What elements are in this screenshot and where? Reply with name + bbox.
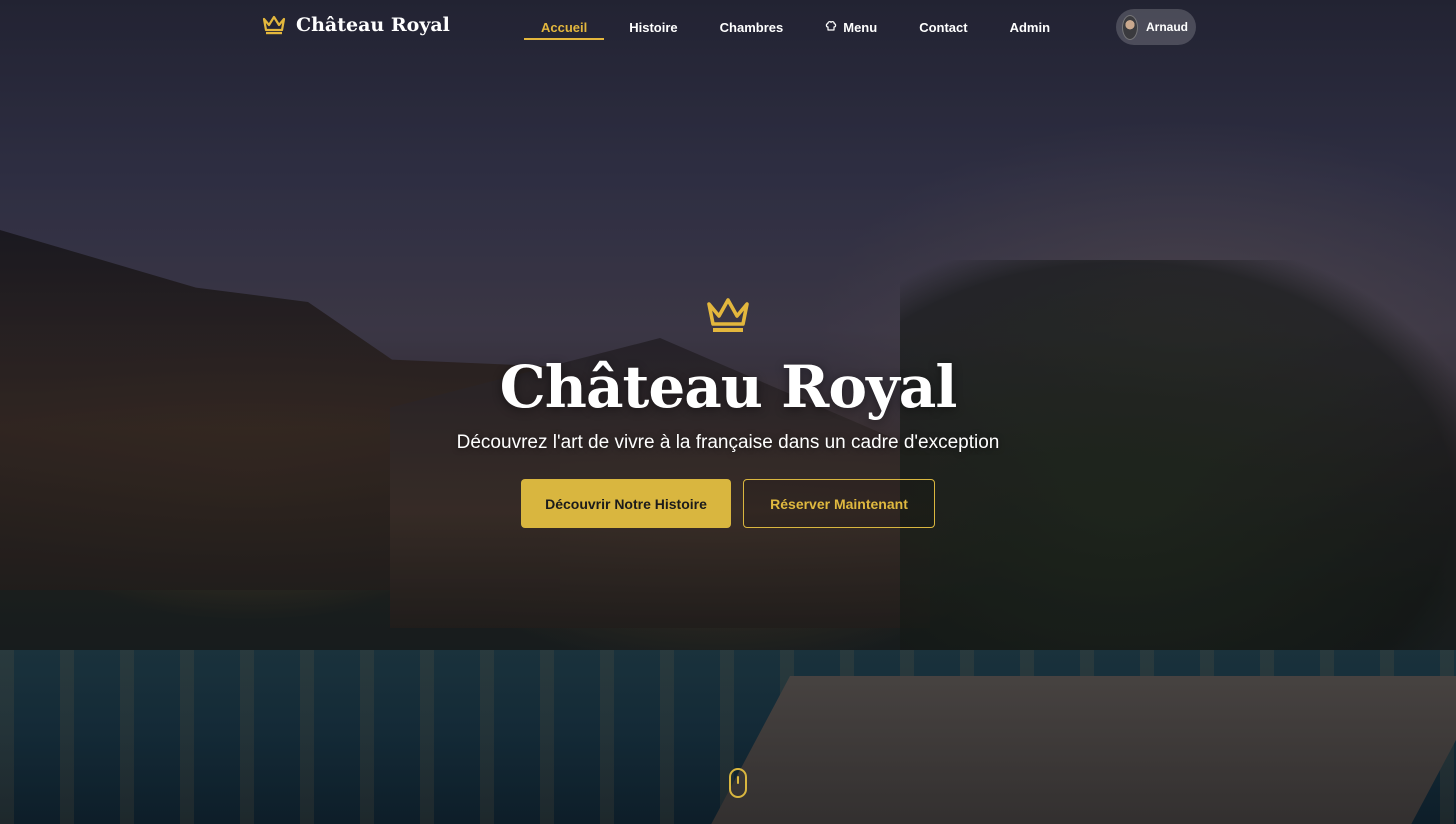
nav-links: Accueil Histoire Chambres Menu Contact A… [520, 0, 1071, 54]
nav-item-menu[interactable]: Menu [804, 0, 898, 54]
user-profile-button[interactable]: Arnaud [1116, 9, 1196, 45]
avatar [1122, 14, 1138, 40]
top-navigation: Château Royal Accueil Histoire Chambres … [0, 0, 1456, 54]
user-name: Arnaud [1146, 20, 1188, 34]
nav-item-contact[interactable]: Contact [898, 0, 988, 54]
nav-item-histoire[interactable]: Histoire [608, 0, 698, 54]
scroll-indicator-dot [737, 776, 739, 784]
hero-section: Château Royal Découvrez l'art de vivre à… [0, 296, 1456, 528]
hero-subtitle: Découvrez l'art de vivre à la française … [456, 432, 1000, 453]
discover-history-button[interactable]: Découvrir Notre Histoire [521, 479, 731, 528]
crown-icon [262, 15, 286, 35]
book-now-button[interactable]: Réserver Maintenant [743, 479, 935, 528]
brand-name: Château Royal [296, 14, 450, 36]
hero-title: Château Royal [499, 353, 958, 421]
brand-logo[interactable]: Château Royal [262, 14, 450, 36]
hero-actions: Découvrir Notre Histoire Réserver Mainte… [0, 479, 1456, 528]
mouse-scroll-icon[interactable] [729, 768, 747, 798]
nav-item-menu-label: Menu [843, 19, 878, 35]
nav-item-chambres[interactable]: Chambres [699, 0, 805, 54]
nav-item-accueil[interactable]: Accueil [520, 0, 608, 54]
nav-item-admin[interactable]: Admin [989, 0, 1071, 54]
crown-icon [0, 296, 1456, 336]
chef-hat-icon [825, 20, 837, 35]
